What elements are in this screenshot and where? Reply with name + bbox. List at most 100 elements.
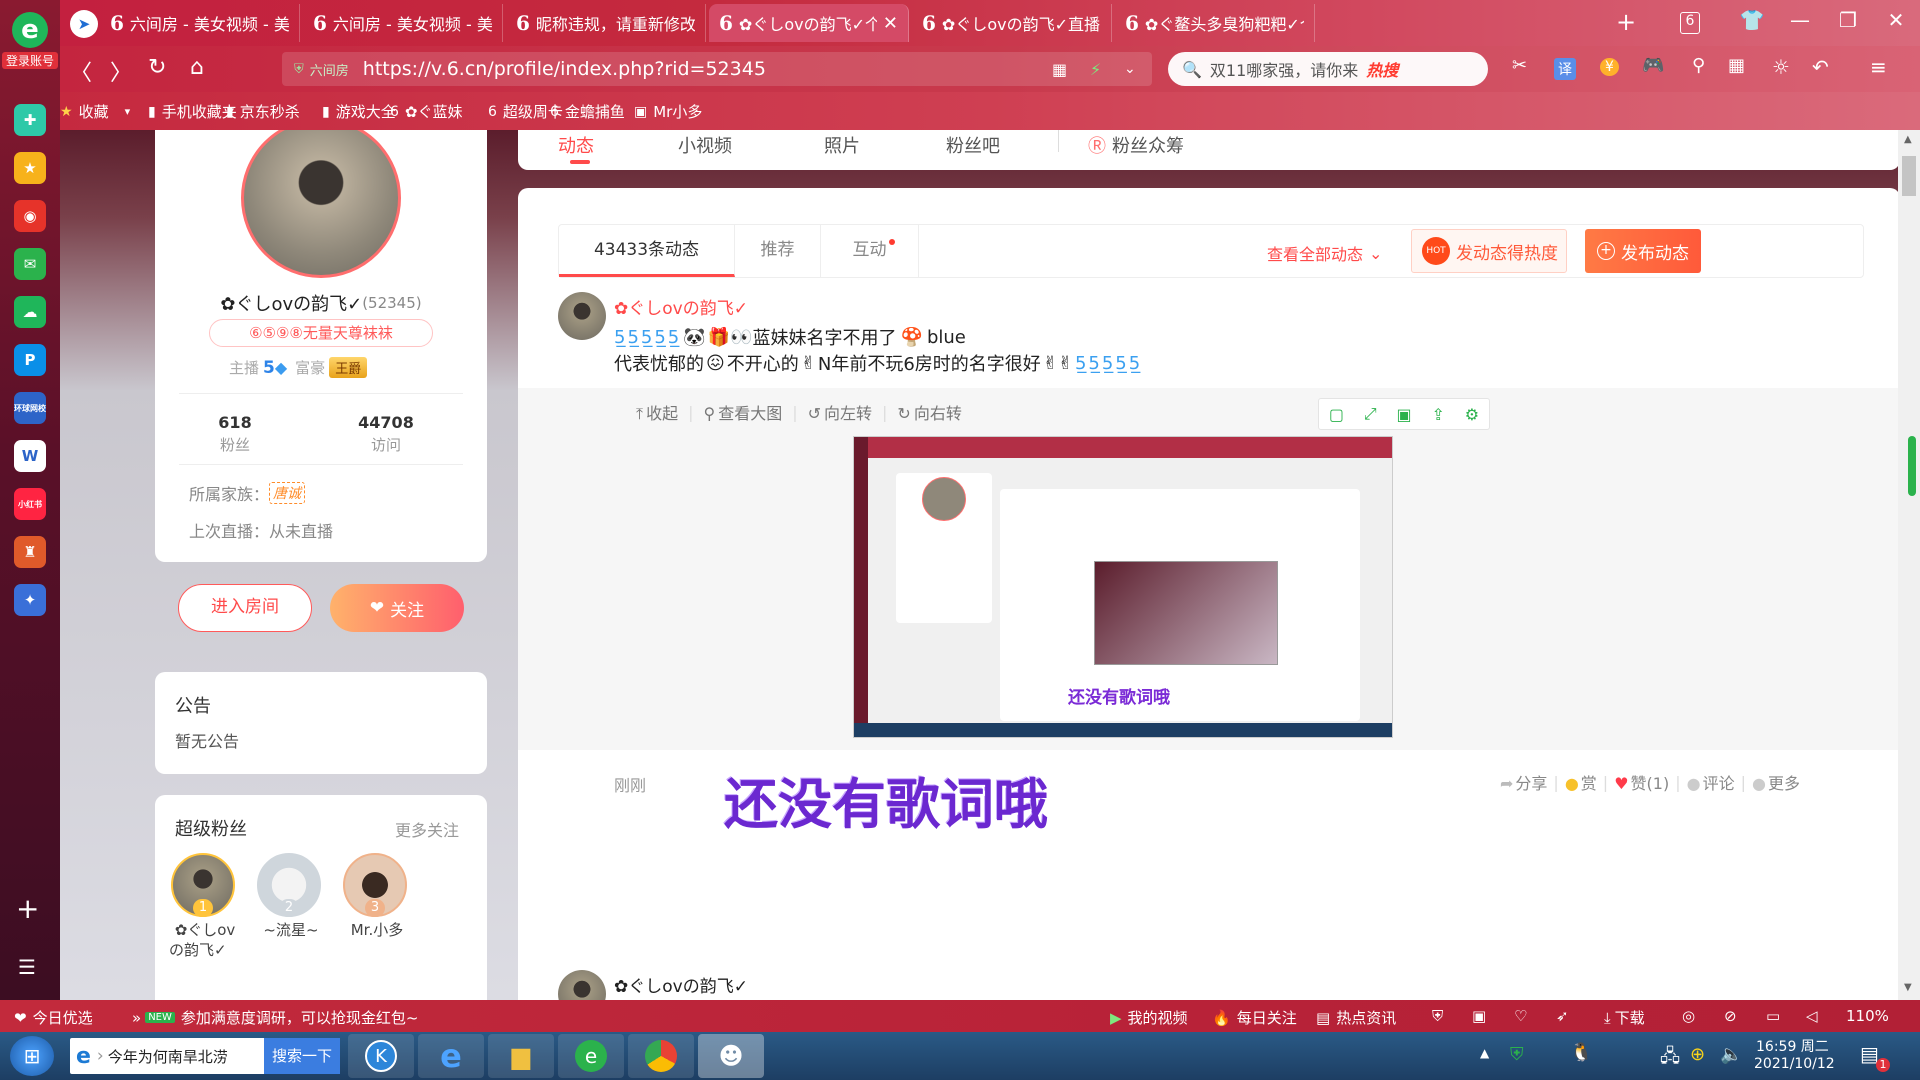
chevron-down-icon[interactable]: ⌄: [1124, 61, 1136, 77]
post-avatar[interactable]: [558, 970, 606, 1000]
tab-recommend[interactable]: 推荐: [735, 225, 821, 277]
tray-qq-icon[interactable]: 🐧: [1570, 1042, 1592, 1063]
login-button[interactable]: 登录账号: [2, 52, 58, 69]
clock-time[interactable]: 16:59 周二: [1756, 1036, 1829, 1056]
mail-icon[interactable]: ✉: [14, 248, 46, 280]
post-image[interactable]: 还没有歌词哦: [853, 436, 1393, 738]
ie-app-icon[interactable]: e: [418, 1034, 484, 1078]
tray-volume-icon[interactable]: 🔈: [1720, 1044, 1742, 1065]
like-button[interactable]: ♥ 赞(1): [1614, 770, 1669, 794]
more-button[interactable]: ● 更多: [1752, 770, 1800, 794]
browser-tab[interactable]: 6 ✿ぐ鳌头多臭狗粑粑✓个人: [1115, 4, 1315, 42]
browser-tab[interactable]: 6 ✿ぐしovの韵飞✓个人动态 ✕: [709, 4, 909, 42]
close-button[interactable]: ✕: [1876, 8, 1916, 32]
more-follow-link[interactable]: 更多关注: [395, 817, 459, 841]
home-icon[interactable]: ⌂: [190, 55, 204, 80]
reward-button[interactable]: ● 赏: [1565, 770, 1597, 794]
heart-outline-icon[interactable]: ♡: [1514, 1007, 1527, 1025]
rotate-right-button[interactable]: ↻ 向右转: [897, 400, 961, 424]
browser-360-icon[interactable]: e: [558, 1034, 624, 1078]
comment-button[interactable]: ● 评论: [1687, 770, 1735, 794]
settings-icon[interactable]: ⚙: [1465, 405, 1479, 424]
superfan-name[interactable]: ✿ぐしov: [169, 919, 241, 940]
zoom-button[interactable]: ⚲ 查看大图: [703, 400, 782, 424]
bookmark-item[interactable]: ▮ 游戏大全: [322, 101, 396, 122]
search-text[interactable]: 双11哪家强，请你来: [1210, 57, 1358, 81]
save-icon[interactable]: ▣: [1397, 405, 1412, 424]
avatar[interactable]: [241, 130, 401, 278]
lightning-icon[interactable]: ⚡: [1090, 60, 1101, 79]
post-author[interactable]: ✿ぐしovの韵飞✓: [614, 294, 748, 319]
tab-all-posts[interactable]: 43433条动态: [559, 225, 735, 277]
tab-count-badge[interactable]: 6: [1680, 12, 1700, 34]
scissors-icon[interactable]: ✂: [1512, 55, 1527, 76]
new-tab-button[interactable]: +: [1616, 8, 1636, 36]
rotate-left-button[interactable]: ↺ 向左转: [808, 400, 872, 424]
browser-tab[interactable]: 6 昵称违规，请重新修改直: [506, 4, 706, 42]
headset-icon[interactable]: ◎: [1682, 1007, 1695, 1025]
p-icon[interactable]: P: [14, 344, 46, 376]
top-nav-tab[interactable]: 粉丝吧: [946, 132, 1000, 158]
top-nav-tab[interactable]: Ⓡ 粉丝众筹: [1088, 132, 1184, 158]
window-icon[interactable]: ▭: [1766, 1007, 1780, 1025]
refresh-icon[interactable]: ↻: [148, 55, 166, 80]
browser-tab[interactable]: 6 ✿ぐしovの韵飞✓直播间: [912, 4, 1112, 42]
bookmark-item[interactable]: 6 ✿ぐ蓝妹: [390, 101, 463, 122]
superfan-name[interactable]: ~流星~: [255, 919, 327, 940]
browser-icon[interactable]: ⊘: [1724, 1007, 1737, 1025]
collapse-button[interactable]: ⤒ 收起: [636, 400, 678, 424]
next-post-author[interactable]: ✿ぐしovの韵飞✓: [614, 972, 748, 997]
cloud-icon[interactable]: ☁: [14, 296, 46, 328]
hot-news[interactable]: ▤ 热点资讯: [1316, 1007, 1396, 1028]
qr-icon[interactable]: ▦: [1052, 60, 1067, 79]
top-nav-tab[interactable]: 动态: [558, 132, 594, 158]
gamepad-icon[interactable]: 🎮: [1642, 55, 1664, 76]
publish-button[interactable]: + 发布动态: [1585, 229, 1701, 273]
back-icon[interactable]: 〈: [70, 55, 92, 87]
bookmark-icon[interactable]: ▢: [1329, 405, 1344, 424]
forward-icon[interactable]: 〉: [110, 55, 132, 87]
scroll-down-icon[interactable]: ▼: [1904, 982, 1912, 993]
zoom-level[interactable]: 110%: [1846, 1007, 1889, 1025]
promote-button[interactable]: HOT 发动态得热度: [1411, 229, 1567, 273]
post-avatar[interactable]: [558, 292, 606, 340]
taskbar-search-text[interactable]: 今年为何南旱北涝: [108, 1046, 228, 1067]
tray-360-icon[interactable]: ⊕: [1690, 1044, 1705, 1065]
taskbar-search-button[interactable]: 搜索一下: [263, 1038, 340, 1074]
view-all-dropdown[interactable]: 查看全部动态 ⌄: [1267, 241, 1382, 265]
scroll-up-icon[interactable]: ▲: [1904, 134, 1912, 145]
folder-icon[interactable]: ▆: [488, 1034, 554, 1078]
scrollbar[interactable]: ▲ ▼: [1898, 130, 1920, 1000]
today-picks[interactable]: ❤ 今日优选: [14, 1007, 93, 1028]
volume-icon[interactable]: ◁: [1806, 1007, 1818, 1025]
top-nav-tab[interactable]: 小视频: [678, 132, 732, 158]
apps-grid-icon[interactable]: ▦: [1728, 55, 1745, 76]
maximize-button[interactable]: ❐: [1828, 8, 1868, 32]
my-video[interactable]: ▶ 我的视频: [1110, 1007, 1188, 1028]
game-icon[interactable]: ♜: [14, 536, 46, 568]
game2-icon[interactable]: ✦: [14, 584, 46, 616]
clock-date[interactable]: 2021/10/12: [1754, 1056, 1835, 1072]
scroll-thumb[interactable]: [1902, 156, 1916, 196]
scroll-side-indicator[interactable]: [1908, 436, 1916, 496]
search-box[interactable]: 🔍 双11哪家强，请你来 热搜: [1168, 52, 1488, 86]
xiaohongshu-icon[interactable]: 小红书: [14, 488, 46, 520]
weibo-icon[interactable]: ◉: [14, 200, 46, 232]
skin-icon[interactable]: 👕: [1732, 8, 1772, 32]
tray-up-icon[interactable]: ▲: [1480, 1046, 1489, 1060]
start-button[interactable]: ⊞: [10, 1036, 54, 1076]
game-app-icon[interactable]: ☻: [698, 1034, 764, 1078]
coupon-icon[interactable]: ¥: [1600, 58, 1619, 76]
rocket-icon[interactable]: ➶: [1556, 1007, 1569, 1025]
image-icon[interactable]: ▣: [1472, 1007, 1486, 1025]
enter-room-button[interactable]: 进入房间: [178, 584, 312, 632]
tab-interact[interactable]: 互动: [821, 225, 919, 277]
address-bar[interactable]: ⛨ 六间房 https://v.6.cn/profile/index.php?r…: [282, 52, 1152, 86]
share-button[interactable]: ➦ 分享: [1500, 770, 1547, 794]
browser-tab[interactable]: 6 六间房 - 美女视频 - 美女: [100, 4, 300, 42]
menu-list-icon[interactable]: ☰: [18, 955, 36, 979]
star-icon[interactable]: ★: [14, 152, 46, 184]
word-icon[interactable]: W: [14, 440, 46, 472]
browser-tab[interactable]: 6 六间房 - 美女视频 - 美: [303, 4, 503, 42]
superfan-name[interactable]: Mr.小多: [341, 919, 413, 940]
